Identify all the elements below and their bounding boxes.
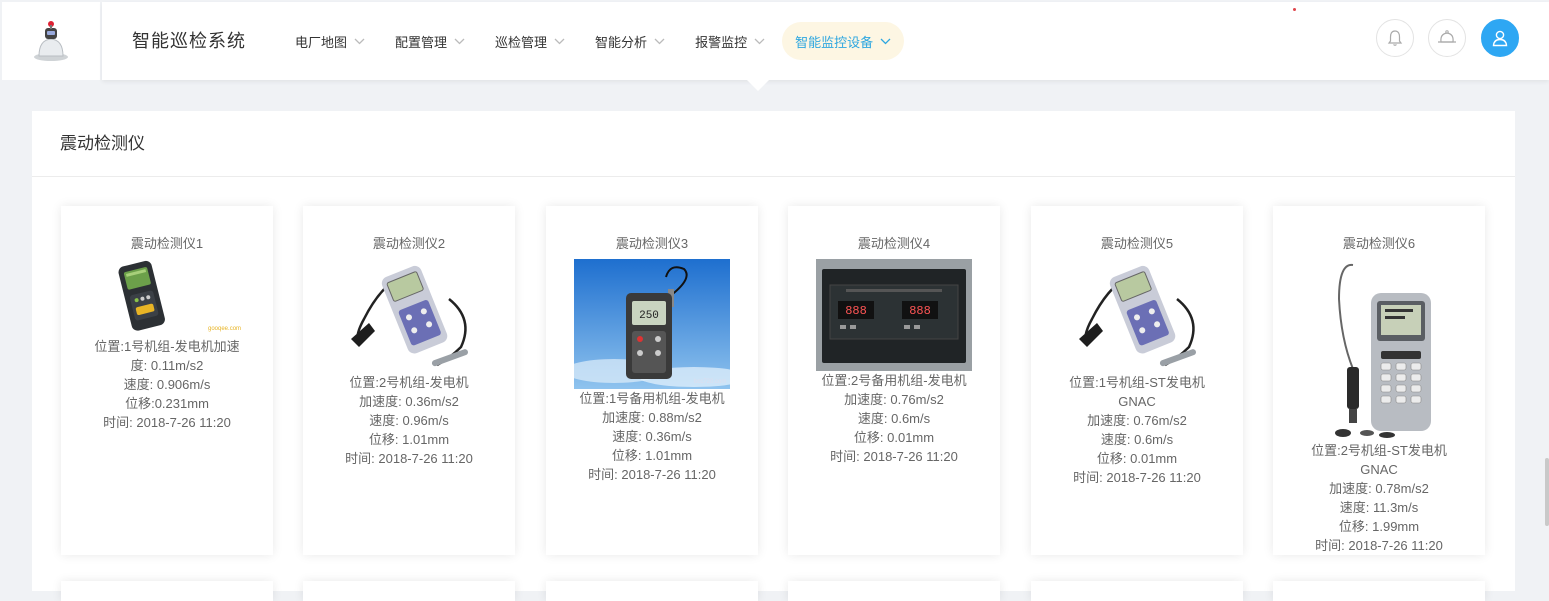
- info-line: 时间: 2018-7-26 11:20: [103, 415, 231, 430]
- device-name: 震动检测仪5: [1100, 236, 1174, 251]
- device-card[interactable]: 震动检测仪1 gooqee.com 位置:1号机组-发电机加速 度: 0.11m…: [61, 206, 273, 555]
- nav-item-alarm[interactable]: 报警监控: [682, 22, 778, 60]
- info-line: 速度: 0.906m/s: [123, 377, 211, 392]
- info-line: 时间: 2018-7-26 11:20: [1073, 470, 1201, 485]
- message-icon: [1438, 30, 1456, 43]
- info-line: 位移: 1.01mm: [611, 448, 693, 463]
- chevron-down-icon: [554, 38, 565, 45]
- chevron-down-icon: [654, 38, 665, 45]
- info-line: 时间: 2018-7-26 11:20: [345, 451, 473, 466]
- user-icon: [1492, 30, 1508, 47]
- nav-label: 配置管理: [395, 34, 448, 50]
- chevron-down-icon: [754, 38, 765, 45]
- meter-display-value: 250: [639, 310, 659, 322]
- device-card[interactable]: 震动检测仪6 位置:2号机组-ST发电机 GNAC 加速度: 0.78m/s2 …: [1273, 206, 1485, 555]
- nav-label: 智能监控设备: [795, 34, 874, 50]
- info-line: 位移:0.231mm: [125, 396, 209, 411]
- meter-display-value: 888: [845, 304, 867, 318]
- nav-active-caret: [747, 80, 769, 91]
- device-image-portable-meter-with-probe: [339, 259, 479, 373]
- info-line: 位置:1号备用机组-发电机: [579, 391, 725, 406]
- info-line: 位置:2号机组-发电机: [349, 375, 469, 390]
- message-button[interactable]: [1428, 19, 1466, 57]
- info-line: 位置:1号机组-发电机加速: [94, 339, 240, 354]
- nav-label: 智能分析: [595, 34, 648, 50]
- info-line: 加速度: 0.88m/s2: [602, 410, 702, 425]
- notification-badge: [1293, 8, 1296, 11]
- info-line: 时间: 2018-7-26 11:20: [1315, 538, 1443, 553]
- nav-item-config[interactable]: 配置管理: [382, 22, 478, 60]
- nav-item-inspection[interactable]: 巡检管理: [482, 22, 578, 60]
- top-header: 智能巡检系统 电厂地图 配置管理 巡检管理 智能分析 报警监控 智能监控设备: [102, 2, 1549, 80]
- info-line: 速度: 0.36m/s: [612, 429, 692, 444]
- device-image-portable-meter-with-probe: [1067, 259, 1207, 373]
- info-line: 速度: 0.6m/s: [1100, 432, 1174, 447]
- info-line: 时间: 2018-7-26 11:20: [588, 467, 716, 482]
- device-panel: 震动检测仪 震动检测仪1 gooqee.com 位置:1号机组-发电机加速 度:…: [32, 111, 1515, 601]
- device-card[interactable]: 震动检测仪2 位置:2号机组-发电机 加速度: 0.36m/s2 速度: 0.9…: [303, 206, 515, 555]
- device-name: 震动检测仪4: [857, 236, 931, 251]
- info-line: 时间: 2018-7-26 11:20: [830, 449, 958, 464]
- chevron-down-icon: [880, 38, 891, 45]
- user-avatar-button[interactable]: [1481, 19, 1519, 57]
- info-line: 位移: 1.99mm: [1338, 519, 1420, 534]
- device-image-handheld-green-meter: gooqee.com: [89, 259, 245, 337]
- device-image-tall-grey-meter: [1319, 259, 1439, 441]
- image-watermark: bcc720.com: [694, 379, 726, 385]
- device-card[interactable]: 震动检测仪3 250 bcc720.com 位置:1号备用机组-发电机 加速度:…: [546, 206, 758, 555]
- info-line: 位移: 1.01mm: [368, 432, 450, 447]
- meter-display-value: 888: [909, 304, 931, 318]
- device-card-next-row[interactable]: [788, 581, 1000, 601]
- info-line: 度: 0.11m/s2: [130, 358, 204, 373]
- device-name: 震动检测仪6: [1342, 236, 1416, 251]
- logo[interactable]: [2, 2, 100, 80]
- nav-item-plant-map[interactable]: 电厂地图: [282, 22, 378, 60]
- device-card-next-row[interactable]: [1273, 581, 1485, 601]
- nav-label: 巡检管理: [495, 34, 548, 50]
- device-name: 震动检测仪2: [372, 236, 446, 251]
- nav-item-smart-devices[interactable]: 智能监控设备: [782, 22, 905, 60]
- info-line: 加速度: 0.76m/s2: [844, 392, 944, 407]
- nav-item-analysis[interactable]: 智能分析: [582, 22, 678, 60]
- info-line: 位移: 0.01mm: [853, 430, 935, 445]
- nav-label: 报警监控: [695, 34, 748, 50]
- info-line: 位移: 0.01mm: [1096, 451, 1178, 466]
- notification-button[interactable]: [1376, 19, 1414, 57]
- info-line: 位置:2号备用机组-发电机: [821, 373, 967, 388]
- device-card[interactable]: 震动检测仪5 位置:1号机组-ST发电机 GNAC 加速度: 0.76m/s2 …: [1031, 206, 1243, 555]
- info-line: 加速度: 0.36m/s2: [359, 394, 459, 409]
- chevron-down-icon: [454, 38, 465, 45]
- device-name: 震动检测仪1: [130, 236, 204, 251]
- info-line: 位置:2号机组-ST发电机: [1311, 443, 1447, 458]
- chevron-down-icon: [354, 38, 365, 45]
- info-line: GNAC: [1118, 394, 1156, 409]
- app-title: 智能巡检系统: [132, 31, 246, 51]
- nav-label: 电厂地图: [295, 34, 348, 50]
- info-line: 加速度: 0.76m/s2: [1087, 413, 1187, 428]
- panel-title: 震动检测仪: [32, 111, 1515, 177]
- device-card[interactable]: 震动检测仪4 888 888 位置:2号备用机组-发电机 加速度: 0.76m/…: [788, 206, 1000, 555]
- info-line: 速度: 0.6m/s: [857, 411, 931, 426]
- device-image-blue-vibration-meter: 250 bcc720.com: [574, 259, 730, 389]
- robot-logo-icon: [34, 21, 68, 61]
- info-line: 速度: 0.96m/s: [369, 413, 449, 428]
- device-card-next-row[interactable]: [61, 581, 273, 601]
- image-watermark: gooqee.com: [208, 326, 241, 332]
- device-card-next-row[interactable]: [303, 581, 515, 601]
- bell-icon: [1387, 30, 1403, 46]
- info-line: 速度: 11.3m/s: [1339, 500, 1419, 515]
- device-name: 震动检测仪3: [615, 236, 689, 251]
- info-line: GNAC: [1360, 462, 1398, 477]
- device-image-panel-digital-meter: 888 888: [816, 259, 972, 371]
- info-line: 位置:1号机组-ST发电机: [1069, 375, 1205, 390]
- info-line: 加速度: 0.78m/s2: [1329, 481, 1429, 496]
- device-card-next-row[interactable]: [546, 581, 758, 601]
- main-nav: 电厂地图 配置管理 巡检管理 智能分析 报警监控 智能监控设备: [282, 22, 908, 60]
- device-card-next-row[interactable]: [1031, 581, 1243, 601]
- page-scrollbar[interactable]: [1545, 458, 1549, 526]
